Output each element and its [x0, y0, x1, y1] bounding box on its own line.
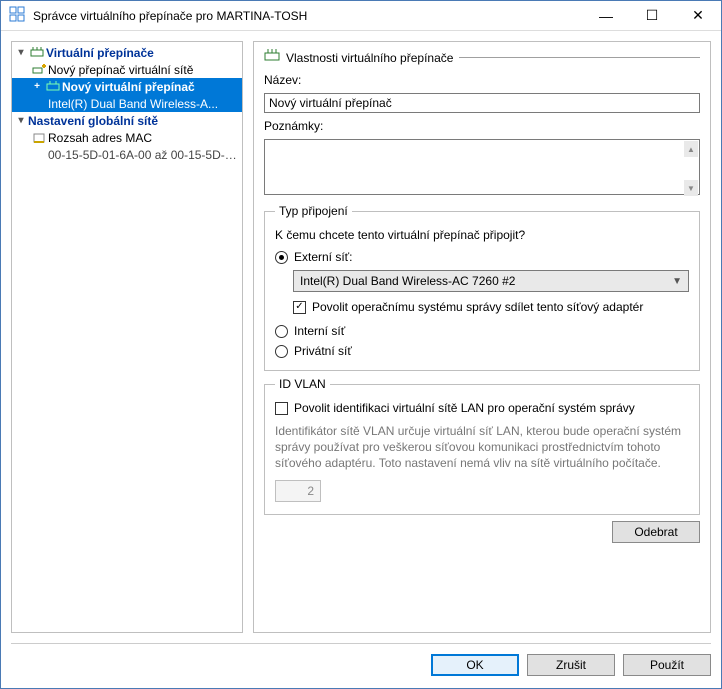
switches-icon — [28, 46, 46, 60]
new-switch-icon — [30, 63, 48, 77]
app-icon — [9, 6, 25, 25]
tree-label: Nový přepínač virtuální sítě — [48, 63, 193, 77]
radio-private-label: Privátní síť — [294, 344, 352, 358]
tree-label: Rozsah adres MAC — [48, 131, 152, 145]
cancel-button[interactable]: Zrušit — [527, 654, 615, 676]
remove-button[interactable]: Odebrat — [612, 521, 700, 543]
header-divider — [459, 57, 700, 58]
name-label: Název: — [264, 73, 700, 87]
properties-panel: Vlastnosti virtuálního přepínače Název: … — [253, 41, 711, 633]
close-button[interactable]: ✕ — [675, 1, 721, 30]
apply-button[interactable]: Použít — [623, 654, 711, 676]
tree-label: Virtuální přepínače — [46, 46, 154, 60]
connection-question: K čemu chcete tento virtuální přepínač p… — [275, 228, 689, 242]
vlan-legend: ID VLAN — [275, 377, 330, 391]
tree-section-virtual-switches[interactable]: ▾ Virtuální přepínače — [12, 44, 242, 61]
content-area: ▾ Virtuální přepínače Nový přepínač virt… — [1, 31, 721, 643]
maximize-button[interactable]: ☐ — [629, 1, 675, 30]
ok-button[interactable]: OK — [431, 654, 519, 676]
minimize-button[interactable]: — — [583, 1, 629, 30]
tree-item-mac-range-value[interactable]: 00-15-5D-01-6A-00 až 00-15-5D-0... — [12, 146, 242, 163]
adapter-select[interactable]: Intel(R) Dual Band Wireless-AC 7260 #2 ▼ — [293, 270, 689, 292]
tree-item-new-virtual-switch-sub[interactable]: Intel(R) Dual Band Wireless-A... — [12, 95, 242, 112]
window-controls: — ☐ ✕ — [583, 1, 721, 30]
connection-type-fieldset: Typ připojení K čemu chcete tento virtuá… — [264, 204, 700, 371]
dialog-button-bar: OK Zrušit Použít — [11, 643, 711, 688]
name-input[interactable] — [264, 93, 700, 113]
radio-external-row[interactable]: Externí síť: — [275, 250, 689, 264]
notes-textarea[interactable] — [264, 139, 700, 195]
tree-label: Nový virtuální přepínač — [62, 80, 195, 94]
radio-private[interactable] — [275, 345, 288, 358]
vlan-id-input: 2 — [275, 480, 321, 502]
tree-item-new-switch-net[interactable]: Nový přepínač virtuální sítě — [12, 61, 242, 78]
tree-item-new-virtual-switch[interactable]: + Nový virtuální přepínač — [12, 78, 242, 95]
switch-icon — [264, 48, 280, 67]
collapse-icon[interactable]: ▾ — [14, 115, 28, 126]
collapse-icon[interactable]: ▾ — [14, 47, 28, 58]
tree-label: Intel(R) Dual Band Wireless-A... — [48, 97, 218, 111]
titlebar: Správce virtuálního přepínače pro MARTIN… — [1, 1, 721, 31]
properties-title: Vlastnosti virtuálního přepínače — [286, 51, 453, 65]
radio-private-row[interactable]: Privátní síť — [275, 344, 689, 358]
properties-header: Vlastnosti virtuálního přepínače — [264, 48, 700, 67]
switch-icon — [44, 80, 62, 94]
window-title: Správce virtuálního přepínače pro MARTIN… — [33, 9, 583, 23]
virtual-switch-manager-window: Správce virtuálního přepínače pro MARTIN… — [0, 0, 722, 689]
radio-external[interactable] — [275, 251, 288, 264]
checkbox-vlan-enable-label: Povolit identifikaci virtuální sítě LAN … — [294, 401, 635, 415]
nic-icon — [30, 131, 48, 145]
nav-tree[interactable]: ▾ Virtuální přepínače Nový přepínač virt… — [11, 41, 243, 633]
radio-internal[interactable] — [275, 325, 288, 338]
radio-internal-row[interactable]: Interní síť — [275, 324, 689, 338]
allow-mgmt-row[interactable]: Povolit operačnímu systému správy sdílet… — [293, 300, 689, 314]
vlan-description: Identifikátor sítě VLAN určuje virtuální… — [275, 423, 689, 472]
expand-icon[interactable]: + — [30, 81, 44, 92]
radio-external-label: Externí síť: — [294, 250, 353, 264]
chevron-down-icon: ▼ — [672, 276, 682, 287]
tree-item-mac-range[interactable]: Rozsah adres MAC — [12, 129, 242, 146]
vlan-enable-row[interactable]: Povolit identifikaci virtuální sítě LAN … — [275, 401, 689, 415]
connection-type-legend: Typ připojení — [275, 204, 352, 218]
checkbox-vlan-enable[interactable] — [275, 402, 288, 415]
tree-section-global-settings[interactable]: ▾ Nastavení globální sítě — [12, 112, 242, 129]
scroll-down-icon[interactable]: ▼ — [684, 180, 698, 196]
adapter-selected-value: Intel(R) Dual Band Wireless-AC 7260 #2 — [300, 274, 515, 288]
tree-label: 00-15-5D-01-6A-00 až 00-15-5D-0... — [48, 148, 240, 162]
vlan-fieldset: ID VLAN Povolit identifikaci virtuální s… — [264, 377, 700, 515]
radio-internal-label: Interní síť — [294, 324, 345, 338]
tree-label: Nastavení globální sítě — [28, 114, 158, 128]
notes-label: Poznámky: — [264, 119, 700, 133]
checkbox-allow-mgmt[interactable] — [293, 301, 306, 314]
checkbox-allow-mgmt-label: Povolit operačnímu systému správy sdílet… — [312, 300, 643, 314]
scroll-up-icon[interactable]: ▲ — [684, 141, 698, 157]
